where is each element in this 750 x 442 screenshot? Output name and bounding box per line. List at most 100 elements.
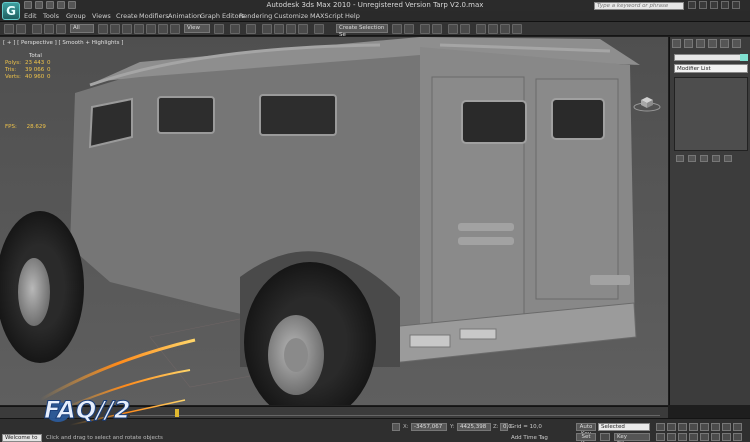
bind-space-warp-button[interactable] [56,24,66,34]
pan-icon[interactable] [711,433,720,441]
select-object-button[interactable] [98,24,108,34]
maxscript-listener[interactable]: Welcome to MAX [2,434,42,442]
time-slider-handle[interactable] [175,409,179,417]
menu-maxscript[interactable]: MAXScript [310,12,343,20]
modifier-list-dropdown[interactable]: Modifier List [674,64,748,73]
configure-sets-icon[interactable] [724,155,732,162]
menu-rendering[interactable]: Rendering [239,12,272,20]
mirror-button[interactable] [392,24,402,34]
menu-edit[interactable]: Edit [24,12,37,20]
undo-button[interactable] [4,24,14,34]
menu-modifiers[interactable]: Modifiers [139,12,169,20]
zoom-extents-all-icon[interactable] [689,433,698,441]
graphite-toggle-button[interactable] [432,24,442,34]
select-by-name-button[interactable] [110,24,120,34]
set-key-icon[interactable] [600,433,610,441]
time-slider-bar[interactable] [0,406,668,418]
perspective-viewport[interactable]: [ + ] [ Perspective ] [ Smooth + Highlig… [0,37,668,405]
menu-animation[interactable]: Animation [168,12,201,20]
motion-tab-icon[interactable] [708,39,717,48]
reference-coord-dropdown[interactable]: View [184,24,210,33]
app-logo-icon[interactable]: G [2,2,20,20]
scale-icon[interactable] [170,24,180,34]
key-selection-dropdown[interactable]: Selected [598,423,650,431]
spinner-snap-button[interactable] [298,24,308,34]
menu-help[interactable]: Help [345,12,360,20]
next-frame-icon[interactable] [689,423,698,431]
modifier-stack[interactable] [674,77,748,151]
named-selection-dropdown[interactable]: Create Selection Se [336,24,388,38]
previous-frame-icon[interactable] [667,423,676,431]
menu-views[interactable]: Views [92,12,111,20]
curve-editor-button[interactable] [448,24,458,34]
maximize-viewport-icon[interactable] [733,433,742,441]
utilities-tab-icon[interactable] [732,39,741,48]
search-input[interactable]: Type a keyword or phrase [594,2,684,10]
render-setup-button[interactable] [488,24,498,34]
rendered-frame-button[interactable] [500,24,510,34]
snaps-toggle-button[interactable] [262,24,272,34]
zoom-icon[interactable] [656,433,665,441]
viewcube-icon[interactable] [633,94,661,112]
keyboard-shortcut-button[interactable] [246,24,256,34]
material-editor-button[interactable] [476,24,486,34]
render-production-button[interactable] [512,24,522,34]
modify-tab-icon[interactable] [684,39,693,48]
angle-snap-button[interactable] [274,24,284,34]
redo-button[interactable] [16,24,26,34]
zoom-all-icon[interactable] [667,433,676,441]
object-name-field[interactable] [674,54,748,61]
go-to-start-icon[interactable] [656,423,665,431]
field-of-view-icon[interactable] [700,433,709,441]
hierarchy-tab-icon[interactable] [696,39,705,48]
x-coordinate-field[interactable]: -3457,067 [411,423,447,431]
edit-named-sets-button[interactable] [314,24,324,34]
percent-snap-button[interactable] [286,24,296,34]
add-time-tag[interactable]: Add Time Tag [511,435,548,441]
schematic-view-button[interactable] [460,24,470,34]
show-end-result-icon[interactable] [688,155,696,162]
selection-filter-dropdown[interactable]: All [70,24,94,33]
layer-manager-button[interactable] [420,24,430,34]
menu-customize[interactable]: Customize [274,12,308,20]
set-key-button[interactable]: Set Key [576,433,596,442]
search-icon[interactable] [688,1,696,9]
make-unique-icon[interactable] [700,155,708,162]
auto-key-button[interactable]: Auto Key [576,423,596,437]
select-link-button[interactable] [32,24,42,34]
rect-selection-button[interactable] [122,24,132,34]
viewport-label[interactable]: [ + ] [ Perspective ] [ Smooth + Highlig… [3,40,123,46]
menu-create[interactable]: Create [116,12,138,20]
go-to-end-icon[interactable] [700,423,709,431]
pivot-center-button[interactable] [214,24,224,34]
help-icon[interactable] [699,1,707,9]
current-frame-field[interactable] [722,423,731,431]
menu-graph-editors[interactable]: Graph Editors [200,12,245,20]
create-tab-icon[interactable] [672,39,681,48]
align-button[interactable] [404,24,414,34]
z-coordinate-field[interactable]: 0,0 [500,423,512,431]
select-manipulate-button[interactable] [230,24,240,34]
play-icon[interactable] [678,423,687,431]
menu-tools[interactable]: Tools [43,12,59,20]
maximize-icon[interactable] [721,1,729,9]
key-mode-icon[interactable] [733,423,742,431]
minimize-icon[interactable] [710,1,718,9]
window-crossing-button[interactable] [134,24,144,34]
pin-stack-icon[interactable] [676,155,684,162]
display-tab-icon[interactable] [720,39,729,48]
y-coordinate-field[interactable]: 4425,398 [457,423,491,431]
unlink-button[interactable] [44,24,54,34]
remove-modifier-icon[interactable] [712,155,720,162]
time-config-icon[interactable] [711,423,720,431]
object-color-swatch[interactable] [740,54,748,61]
track-bar[interactable] [130,415,660,416]
move-icon[interactable] [146,24,156,34]
vehicle-model[interactable] [0,37,668,405]
menu-group[interactable]: Group [66,12,86,20]
zoom-extents-icon[interactable] [678,433,687,441]
key-filters-button[interactable]: Key Filters... [614,433,650,442]
selection-lock-icon[interactable] [392,423,400,431]
orbit-icon[interactable] [722,433,731,441]
rotate-icon[interactable] [158,24,168,34]
